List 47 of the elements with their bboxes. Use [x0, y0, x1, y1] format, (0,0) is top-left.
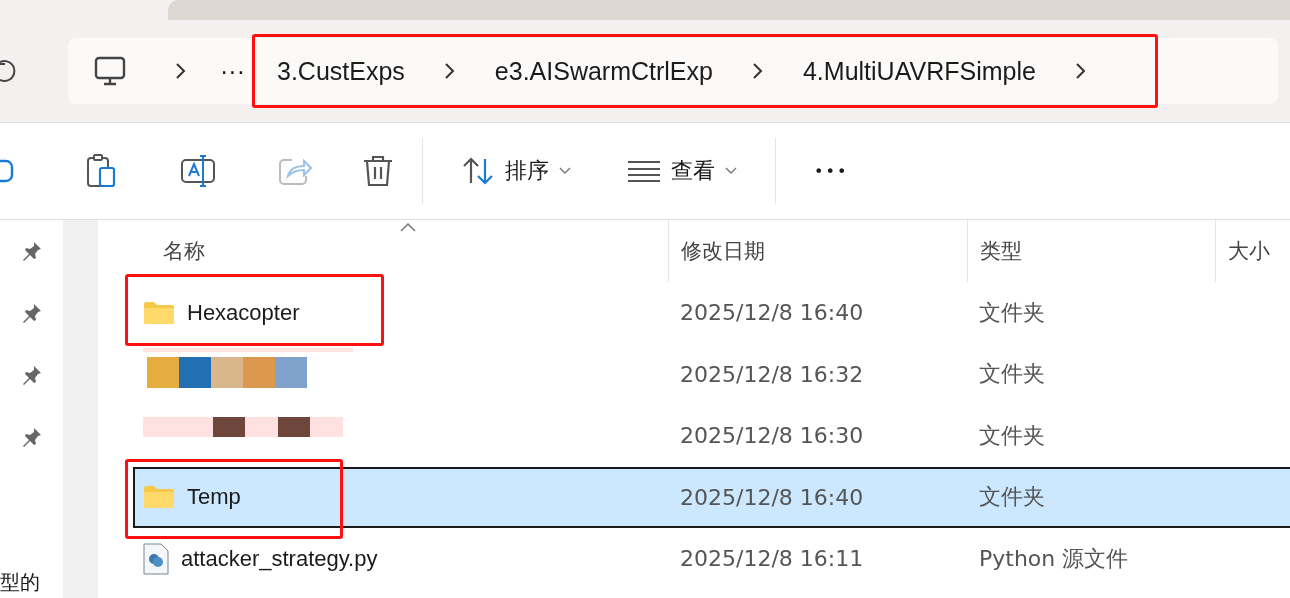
chevron-icon: [442, 61, 457, 81]
caret-icon: [725, 167, 737, 175]
column-header[interactable]: 类型: [967, 220, 1215, 282]
file-name: attacker_strategy.py: [181, 545, 378, 572]
delete-icon[interactable]: [362, 154, 394, 188]
date-cell: 2025/12/8 16:30: [680, 423, 864, 449]
file-row[interactable]: Hexacopter 2025/12/8 16:40 文件夹: [133, 282, 1290, 344]
column-header[interactable]: 名称: [98, 220, 668, 282]
file-name: Temp: [187, 484, 241, 511]
column-header[interactable]: 修改日期: [668, 220, 967, 282]
column-header[interactable]: 大小: [1215, 220, 1290, 282]
sort-caret-icon: [400, 222, 416, 232]
chevron-icon: [174, 61, 188, 81]
breadcrumb-item[interactable]: 3.CustExps: [261, 56, 421, 86]
date-cell: 2025/12/8 16:40: [680, 300, 864, 326]
overflow-crumb[interactable]: ···: [220, 56, 261, 86]
new-icon[interactable]: [0, 159, 14, 183]
rename-icon[interactable]: [180, 154, 216, 188]
file-row[interactable]: 2025/12/8 16:30 文件夹: [133, 405, 1290, 467]
type-cell-text: 文件夹: [979, 421, 1045, 450]
breadcrumb-item[interactable]: 4.MultiUAVRFSimple: [786, 56, 1052, 86]
list-view-icon: [627, 159, 661, 183]
date-cell: 2025/12/8 16:11: [680, 546, 864, 572]
file-row[interactable]: attacker_strategy.py 2025/12/8 16:11 Python 源文件: [133, 528, 1290, 590]
date-cell: 2025/12/8 16:40: [680, 484, 864, 510]
more-button[interactable]: •••: [804, 153, 859, 189]
date-cell: 2025/12/8 16:32: [680, 361, 864, 387]
type-cell-text: 文件夹: [979, 298, 1045, 327]
file-row[interactable]: Temp 2025/12/8 16:40 文件夹: [133, 466, 1290, 528]
python-file-icon: [143, 542, 169, 575]
paste-icon[interactable]: [86, 154, 118, 188]
type-cell-text: 文件夹: [979, 483, 1045, 512]
folder-icon: [143, 485, 175, 510]
nav-text-fragment: 型的: [0, 569, 40, 596]
type-cell-text: 文件夹: [979, 360, 1045, 389]
sort-button[interactable]: 排序: [451, 148, 581, 194]
type-cell-text: Python 源文件: [979, 544, 1129, 573]
sort-icon: [461, 157, 495, 185]
file-row[interactable]: 2025/12/8 16:32 文件夹: [133, 343, 1290, 405]
folder-icon: [143, 300, 175, 325]
breadcrumb-item[interactable]: e3.AISwarmCtrlExp: [478, 56, 729, 86]
chevron-icon: [750, 61, 765, 81]
chevron-icon: [1073, 61, 1088, 81]
view-button[interactable]: 查看: [617, 148, 747, 194]
caret-icon: [559, 167, 571, 175]
computer-icon[interactable]: [94, 55, 126, 87]
file-name: Hexacopter: [187, 299, 300, 326]
